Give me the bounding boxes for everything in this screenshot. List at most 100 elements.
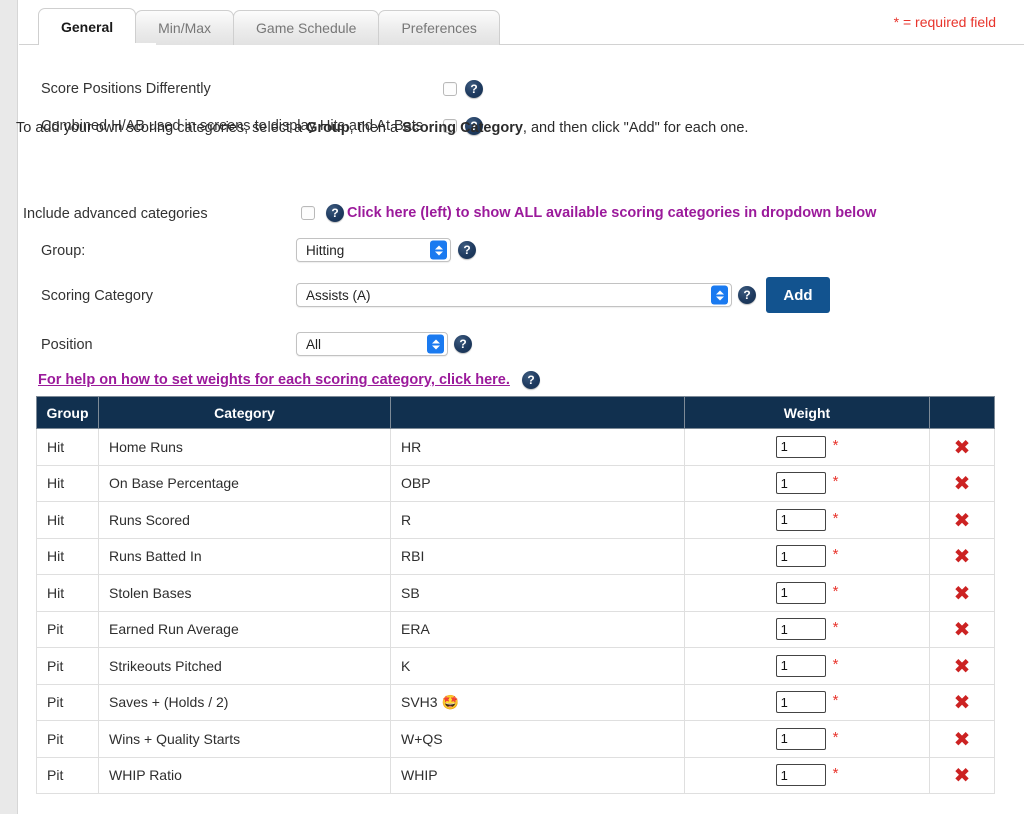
- page-root: General Min/Max Game Schedule Preference…: [0, 0, 1024, 814]
- table-row: HitRuns Scored R * ✖: [36, 501, 995, 539]
- intro-part2: , then a: [349, 120, 403, 136]
- cell-weight: *: [684, 501, 930, 539]
- cell-group: Hit: [36, 501, 99, 539]
- table-row: HitStolen Bases SB * ✖: [36, 574, 995, 612]
- tab-game-schedule[interactable]: Game Schedule: [233, 10, 380, 45]
- cell-abbreviation: OBP: [390, 464, 685, 502]
- cell-weight: *: [684, 683, 930, 721]
- cell-delete: ✖: [929, 610, 995, 648]
- scoring-category-select[interactable]: Assists (A): [296, 283, 732, 307]
- include-advanced-help-icon[interactable]: ?: [326, 204, 344, 222]
- weights-help-icon[interactable]: ?: [522, 371, 540, 389]
- cell-abbreviation: K: [390, 647, 685, 685]
- cell-abbreviation: SVH3 🤩: [390, 683, 685, 721]
- intro-part3: , and then click "Add" for each one.: [522, 120, 749, 136]
- cell-delete: ✖: [929, 574, 995, 612]
- weight-input[interactable]: [775, 472, 826, 495]
- cell-category: Strikeouts Pitched: [98, 647, 391, 685]
- weight-input[interactable]: [775, 727, 826, 750]
- delete-row-icon[interactable]: ✖: [954, 619, 971, 639]
- weight-input[interactable]: [775, 654, 826, 677]
- table-row: PitStrikeouts Pitched K * ✖: [36, 647, 995, 685]
- table-row: PitWins + Quality Starts W+QS * ✖: [36, 720, 995, 758]
- scoring-category-help-icon[interactable]: ?: [738, 286, 756, 304]
- cell-abbreviation: WHIP: [390, 756, 685, 794]
- score-positions-label: Score Positions Differently: [41, 81, 211, 97]
- cell-weight: *: [684, 720, 930, 758]
- score-positions-help-icon[interactable]: ?: [465, 80, 483, 98]
- required-asterisk: *: [832, 728, 839, 746]
- group-label: Group:: [41, 243, 86, 259]
- weight-input[interactable]: [775, 618, 826, 641]
- cell-abbreviation: RBI: [390, 537, 685, 575]
- table-row: HitOn Base Percentage OBP * ✖: [36, 464, 995, 502]
- position-select[interactable]: All: [296, 332, 448, 356]
- table-body: HitHome RunsHR*✖HitOn Base PercentageOBP…: [36, 428, 995, 794]
- intro-bold-scoring-category: Scoring Category: [402, 120, 523, 136]
- position-select-chevron-icon: [427, 334, 444, 354]
- tab-game-schedule-label: Game Schedule: [256, 20, 357, 36]
- weight-input[interactable]: [775, 691, 826, 714]
- weight-input[interactable]: [775, 581, 826, 604]
- delete-row-icon[interactable]: ✖: [954, 765, 971, 785]
- weight-input[interactable]: [775, 545, 826, 568]
- position-help-icon[interactable]: ?: [454, 335, 472, 353]
- cell-delete: ✖: [929, 501, 995, 539]
- delete-row-icon[interactable]: ✖: [954, 546, 971, 566]
- cell-delete: ✖: [929, 428, 995, 466]
- delete-row-icon[interactable]: ✖: [954, 473, 971, 493]
- tab-preferences-label: Preferences: [401, 20, 477, 36]
- intro-text: To add your own scoring categories, sele…: [16, 120, 748, 136]
- cell-group: Hit: [36, 537, 99, 575]
- delete-row-icon[interactable]: ✖: [954, 692, 971, 712]
- star-struck-emoji-icon: 🤩: [441, 694, 460, 711]
- cell-category: Stolen Bases: [98, 574, 391, 612]
- cell-abbreviation: R: [390, 501, 685, 539]
- include-advanced-checkbox[interactable]: [301, 206, 315, 220]
- cell-abbreviation: ERA: [390, 610, 685, 648]
- column-header-abbreviation: [390, 396, 685, 429]
- tab-min-max[interactable]: Min/Max: [135, 10, 235, 45]
- required-asterisk: *: [832, 436, 839, 454]
- abbreviation-text: SVH3: [401, 693, 438, 710]
- cell-delete: ✖: [929, 464, 995, 502]
- cell-group: Pit: [36, 683, 99, 721]
- cell-delete: ✖: [929, 720, 995, 758]
- cell-abbreviation: W+QS: [390, 720, 685, 758]
- tab-general[interactable]: General: [38, 8, 137, 45]
- cell-category: WHIP Ratio: [98, 756, 391, 794]
- tab-min-max-label: Min/Max: [158, 20, 212, 36]
- column-header-weight: Weight: [684, 396, 930, 429]
- active-tab-mask: [39, 43, 156, 45]
- required-asterisk: *: [832, 473, 839, 491]
- group-help-icon[interactable]: ?: [458, 241, 476, 259]
- cell-weight: *: [684, 464, 930, 502]
- tab-preferences[interactable]: Preferences: [378, 10, 500, 45]
- table-row: PitSaves + (Holds / 2)SVH3🤩*✖: [36, 683, 995, 721]
- add-button[interactable]: Add: [766, 277, 830, 313]
- group-select-chevron-icon: [430, 240, 447, 260]
- delete-row-icon[interactable]: ✖: [954, 656, 971, 676]
- weight-input[interactable]: [775, 508, 826, 531]
- cell-abbreviation: HR: [390, 428, 685, 466]
- weight-input[interactable]: [775, 764, 826, 787]
- weight-input[interactable]: [775, 435, 826, 458]
- cell-weight: *: [684, 574, 930, 612]
- column-header-category: Category: [98, 396, 391, 429]
- intro-part1: To add your own scoring categories, sele…: [16, 120, 307, 136]
- delete-row-icon[interactable]: ✖: [954, 729, 971, 749]
- score-positions-checkbox[interactable]: [443, 82, 457, 96]
- group-select[interactable]: Hitting: [296, 238, 451, 262]
- cell-weight: *: [684, 647, 930, 685]
- required-asterisk: *: [832, 655, 839, 673]
- group-select-value: Hitting: [306, 242, 345, 258]
- required-asterisk: *: [832, 546, 839, 564]
- delete-row-icon[interactable]: ✖: [954, 510, 971, 530]
- delete-row-icon[interactable]: ✖: [954, 437, 971, 457]
- abbreviation-text: HR: [401, 438, 422, 455]
- delete-row-icon[interactable]: ✖: [954, 583, 971, 603]
- weights-help-link[interactable]: For help on how to set weights for each …: [38, 372, 510, 388]
- scoring-categories-table: Group Category Weight HitHome RunsHR*✖Hi…: [36, 396, 995, 794]
- include-advanced-label: Include advanced categories: [23, 206, 208, 222]
- cell-group: Pit: [36, 610, 99, 648]
